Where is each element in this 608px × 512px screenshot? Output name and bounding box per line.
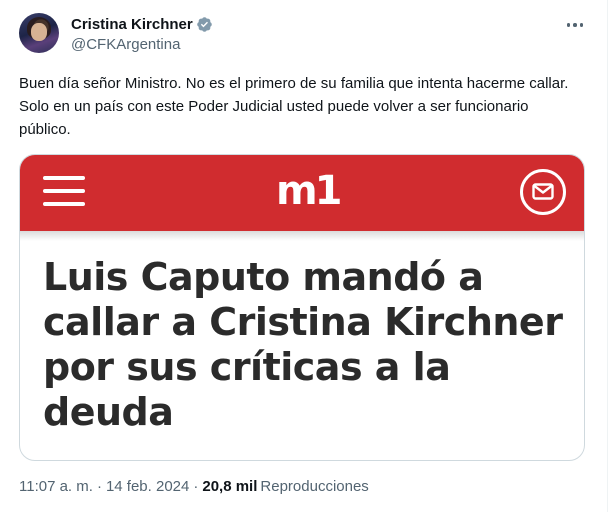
mail-button [520, 169, 566, 215]
tweet-date[interactable]: 14 feb. 2024 [106, 478, 189, 495]
author-handle[interactable]: @CFKArgentina [71, 36, 213, 53]
verified-badge-icon[interactable] [196, 16, 213, 33]
tweet-meta: 11:07 a. m. · 14 feb. 2024 · 20,8 mil Re… [19, 478, 369, 495]
author-block[interactable]: Cristina Kirchner @CFKArgentina [71, 14, 213, 53]
media-card[interactable]: m1 Luis Caputo mandó a callar a Cristina… [19, 154, 585, 461]
card-header: m1 [20, 155, 584, 231]
more-dot [579, 23, 584, 27]
more-options-icon[interactable] [565, 18, 585, 32]
views-label[interactable]: Reproducciones [260, 478, 368, 495]
m1-logo: m1 [276, 168, 342, 214]
more-dot [566, 23, 571, 27]
tweet[interactable]: Cristina Kirchner @CFKArgentina Buen día… [0, 0, 608, 512]
envelope-icon [532, 183, 554, 200]
tweet-text: Buen día señor Ministro. No es el primer… [19, 75, 569, 138]
author-name-row[interactable]: Cristina Kirchner [71, 14, 213, 35]
hamburger-menu-icon [43, 176, 85, 206]
card-headline: Luis Caputo mandó a callar a Cristina Ki… [43, 255, 563, 434]
avatar[interactable] [19, 13, 59, 53]
more-dot [573, 23, 577, 27]
hamburger-bar [43, 189, 85, 193]
hamburger-bar [43, 202, 85, 206]
card-header-shadow [20, 231, 584, 241]
meta-separator: · [193, 478, 199, 495]
hamburger-bar [43, 176, 85, 180]
tweet-time[interactable]: 11:07 a. m. [19, 478, 93, 495]
author-display-name[interactable]: Cristina Kirchner [71, 16, 193, 33]
meta-separator: · [96, 478, 102, 495]
views-count[interactable]: 20,8 mil [202, 478, 257, 495]
